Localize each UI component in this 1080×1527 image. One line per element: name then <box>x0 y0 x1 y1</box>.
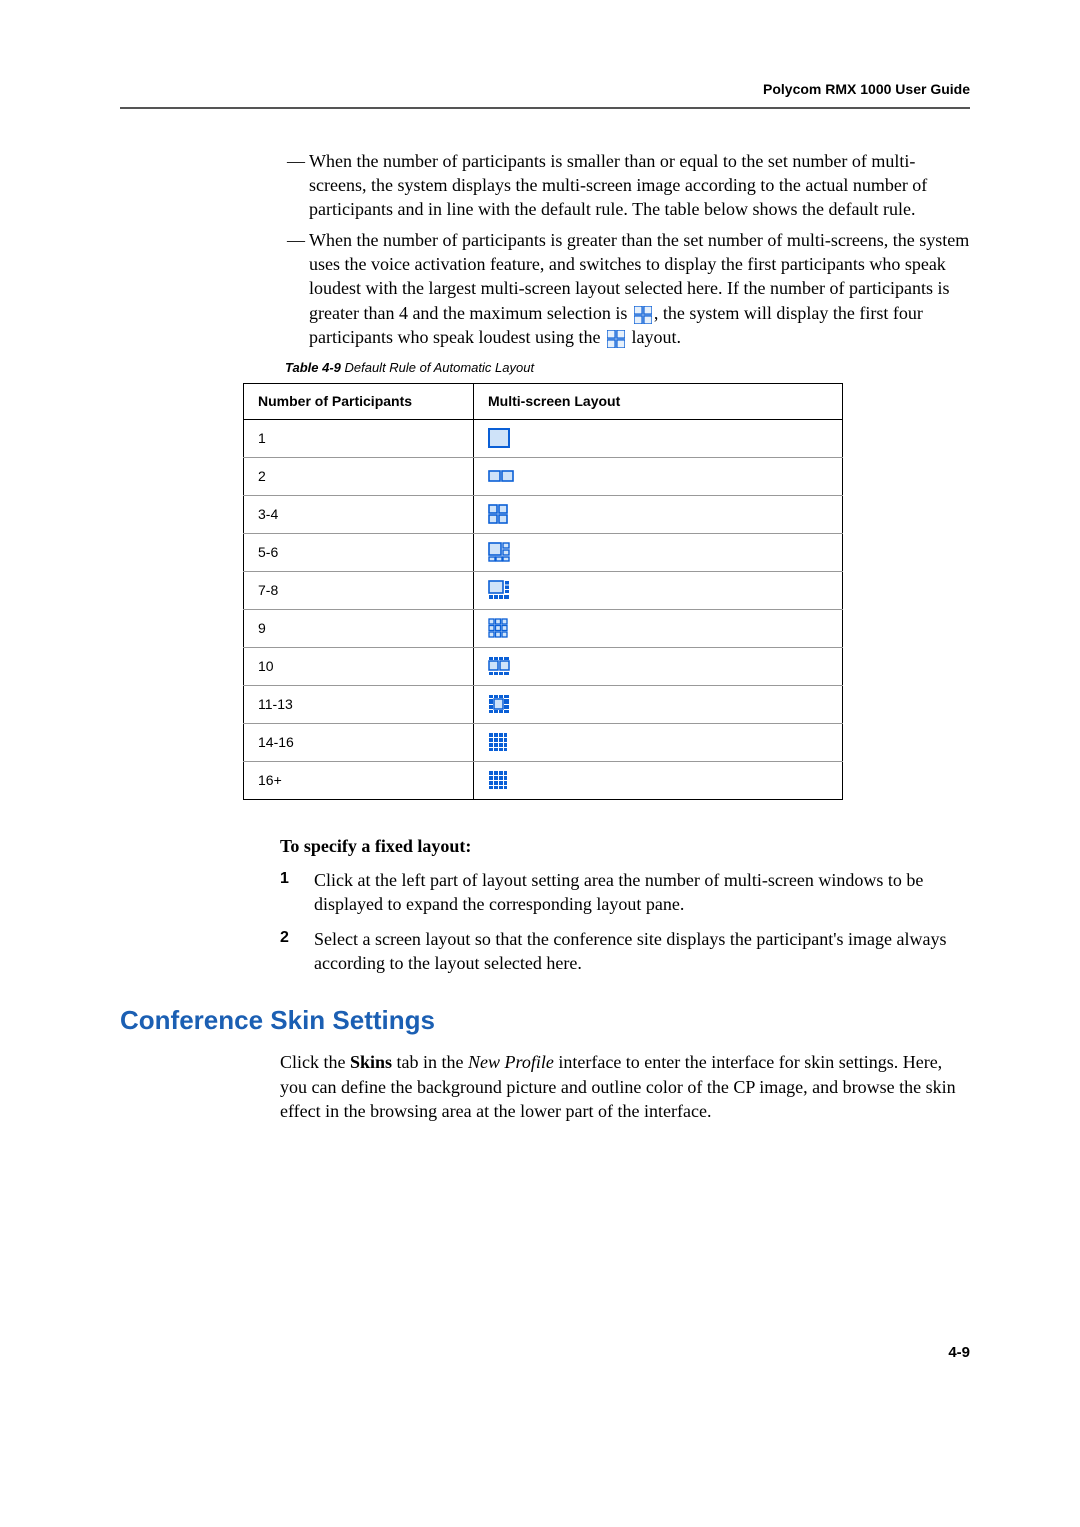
table-row: 7-8 <box>244 571 843 609</box>
para-seg-italic: New Profile <box>468 1052 554 1072</box>
bullet-item: — When the number of participants is sma… <box>285 149 970 222</box>
section-paragraph: Click the Skins tab in the New Profile i… <box>280 1050 970 1123</box>
layout-2x2-icon <box>607 330 625 348</box>
table-caption-label: Table 4-9 <box>285 360 341 375</box>
table-header-participants: Number of Participants <box>244 383 474 419</box>
layout-1-icon <box>488 428 828 448</box>
cell-layout <box>474 457 843 495</box>
bullet-block: — When the number of participants is sma… <box>285 149 970 349</box>
header-rule <box>120 107 970 109</box>
table-row: 1 <box>244 419 843 457</box>
layout-16-icon <box>488 732 828 752</box>
cell-layout <box>474 647 843 685</box>
cell-participants: 5-6 <box>244 533 474 571</box>
bullet-dash: — <box>285 149 309 222</box>
step-number: 1 <box>280 868 314 917</box>
layout-4-icon <box>488 504 828 524</box>
cell-layout <box>474 571 843 609</box>
table-row: 16+ <box>244 761 843 799</box>
step-text: Select a screen layout so that the confe… <box>314 927 970 976</box>
table-row: 9 <box>244 609 843 647</box>
cell-participants: 14-16 <box>244 723 474 761</box>
fixed-layout-heading: To specify a fixed layout: <box>280 834 970 858</box>
para-seg-bold: Skins <box>350 1052 392 1072</box>
step-text: Click at the left part of layout setting… <box>314 868 970 917</box>
layout-2x2-icon <box>634 306 652 324</box>
table-row: 11-13 <box>244 685 843 723</box>
table-row: 10 <box>244 647 843 685</box>
cell-participants: 9 <box>244 609 474 647</box>
list-item: 1 Click at the left part of layout setti… <box>280 868 970 917</box>
bullet-text: When the number of participants is great… <box>309 228 970 349</box>
cell-layout <box>474 533 843 571</box>
table-header-layout: Multi-screen Layout <box>474 383 843 419</box>
cell-layout <box>474 495 843 533</box>
cell-layout <box>474 685 843 723</box>
para-seg: tab in the <box>392 1052 468 1072</box>
cell-participants: 10 <box>244 647 474 685</box>
bullet-item: — When the number of participants is gre… <box>285 228 970 349</box>
layout-5plus1-icon <box>488 542 828 562</box>
fixed-layout-steps: 1 Click at the left part of layout setti… <box>280 868 970 975</box>
table-row: 2 <box>244 457 843 495</box>
table-row: 3-4 <box>244 495 843 533</box>
step-number: 2 <box>280 927 314 976</box>
layout-9-icon <box>488 618 828 638</box>
layout-16plus-icon <box>488 770 828 790</box>
section-heading: Conference Skin Settings <box>120 1003 970 1038</box>
table-caption-text: Default Rule of Automatic Layout <box>341 360 534 375</box>
layout-7plus1-icon <box>488 580 828 600</box>
header-title: Polycom RMX 1000 User Guide <box>120 80 970 99</box>
cell-layout <box>474 419 843 457</box>
table-row: 14-16 <box>244 723 843 761</box>
cell-participants: 2 <box>244 457 474 495</box>
bullet-dash: — <box>285 228 309 349</box>
para-seg: Click the <box>280 1052 350 1072</box>
layout-13-icon <box>488 694 828 714</box>
cell-layout <box>474 723 843 761</box>
table-caption: Table 4-9 Default Rule of Automatic Layo… <box>285 359 970 377</box>
layout-10-icon <box>488 656 828 676</box>
cell-participants: 11-13 <box>244 685 474 723</box>
bullet-text: When the number of participants is small… <box>309 149 970 222</box>
cell-participants: 3-4 <box>244 495 474 533</box>
page-number: 4-9 <box>120 1343 970 1363</box>
table-row: 5-6 <box>244 533 843 571</box>
bullet-segment: layout. <box>627 327 681 347</box>
layout-rules-table: Number of Participants Multi-screen Layo… <box>243 383 843 800</box>
cell-participants: 7-8 <box>244 571 474 609</box>
cell-layout <box>474 609 843 647</box>
cell-participants: 16+ <box>244 761 474 799</box>
layout-2-icon <box>488 470 828 482</box>
cell-layout <box>474 761 843 799</box>
cell-participants: 1 <box>244 419 474 457</box>
list-item: 2 Select a screen layout so that the con… <box>280 927 970 976</box>
